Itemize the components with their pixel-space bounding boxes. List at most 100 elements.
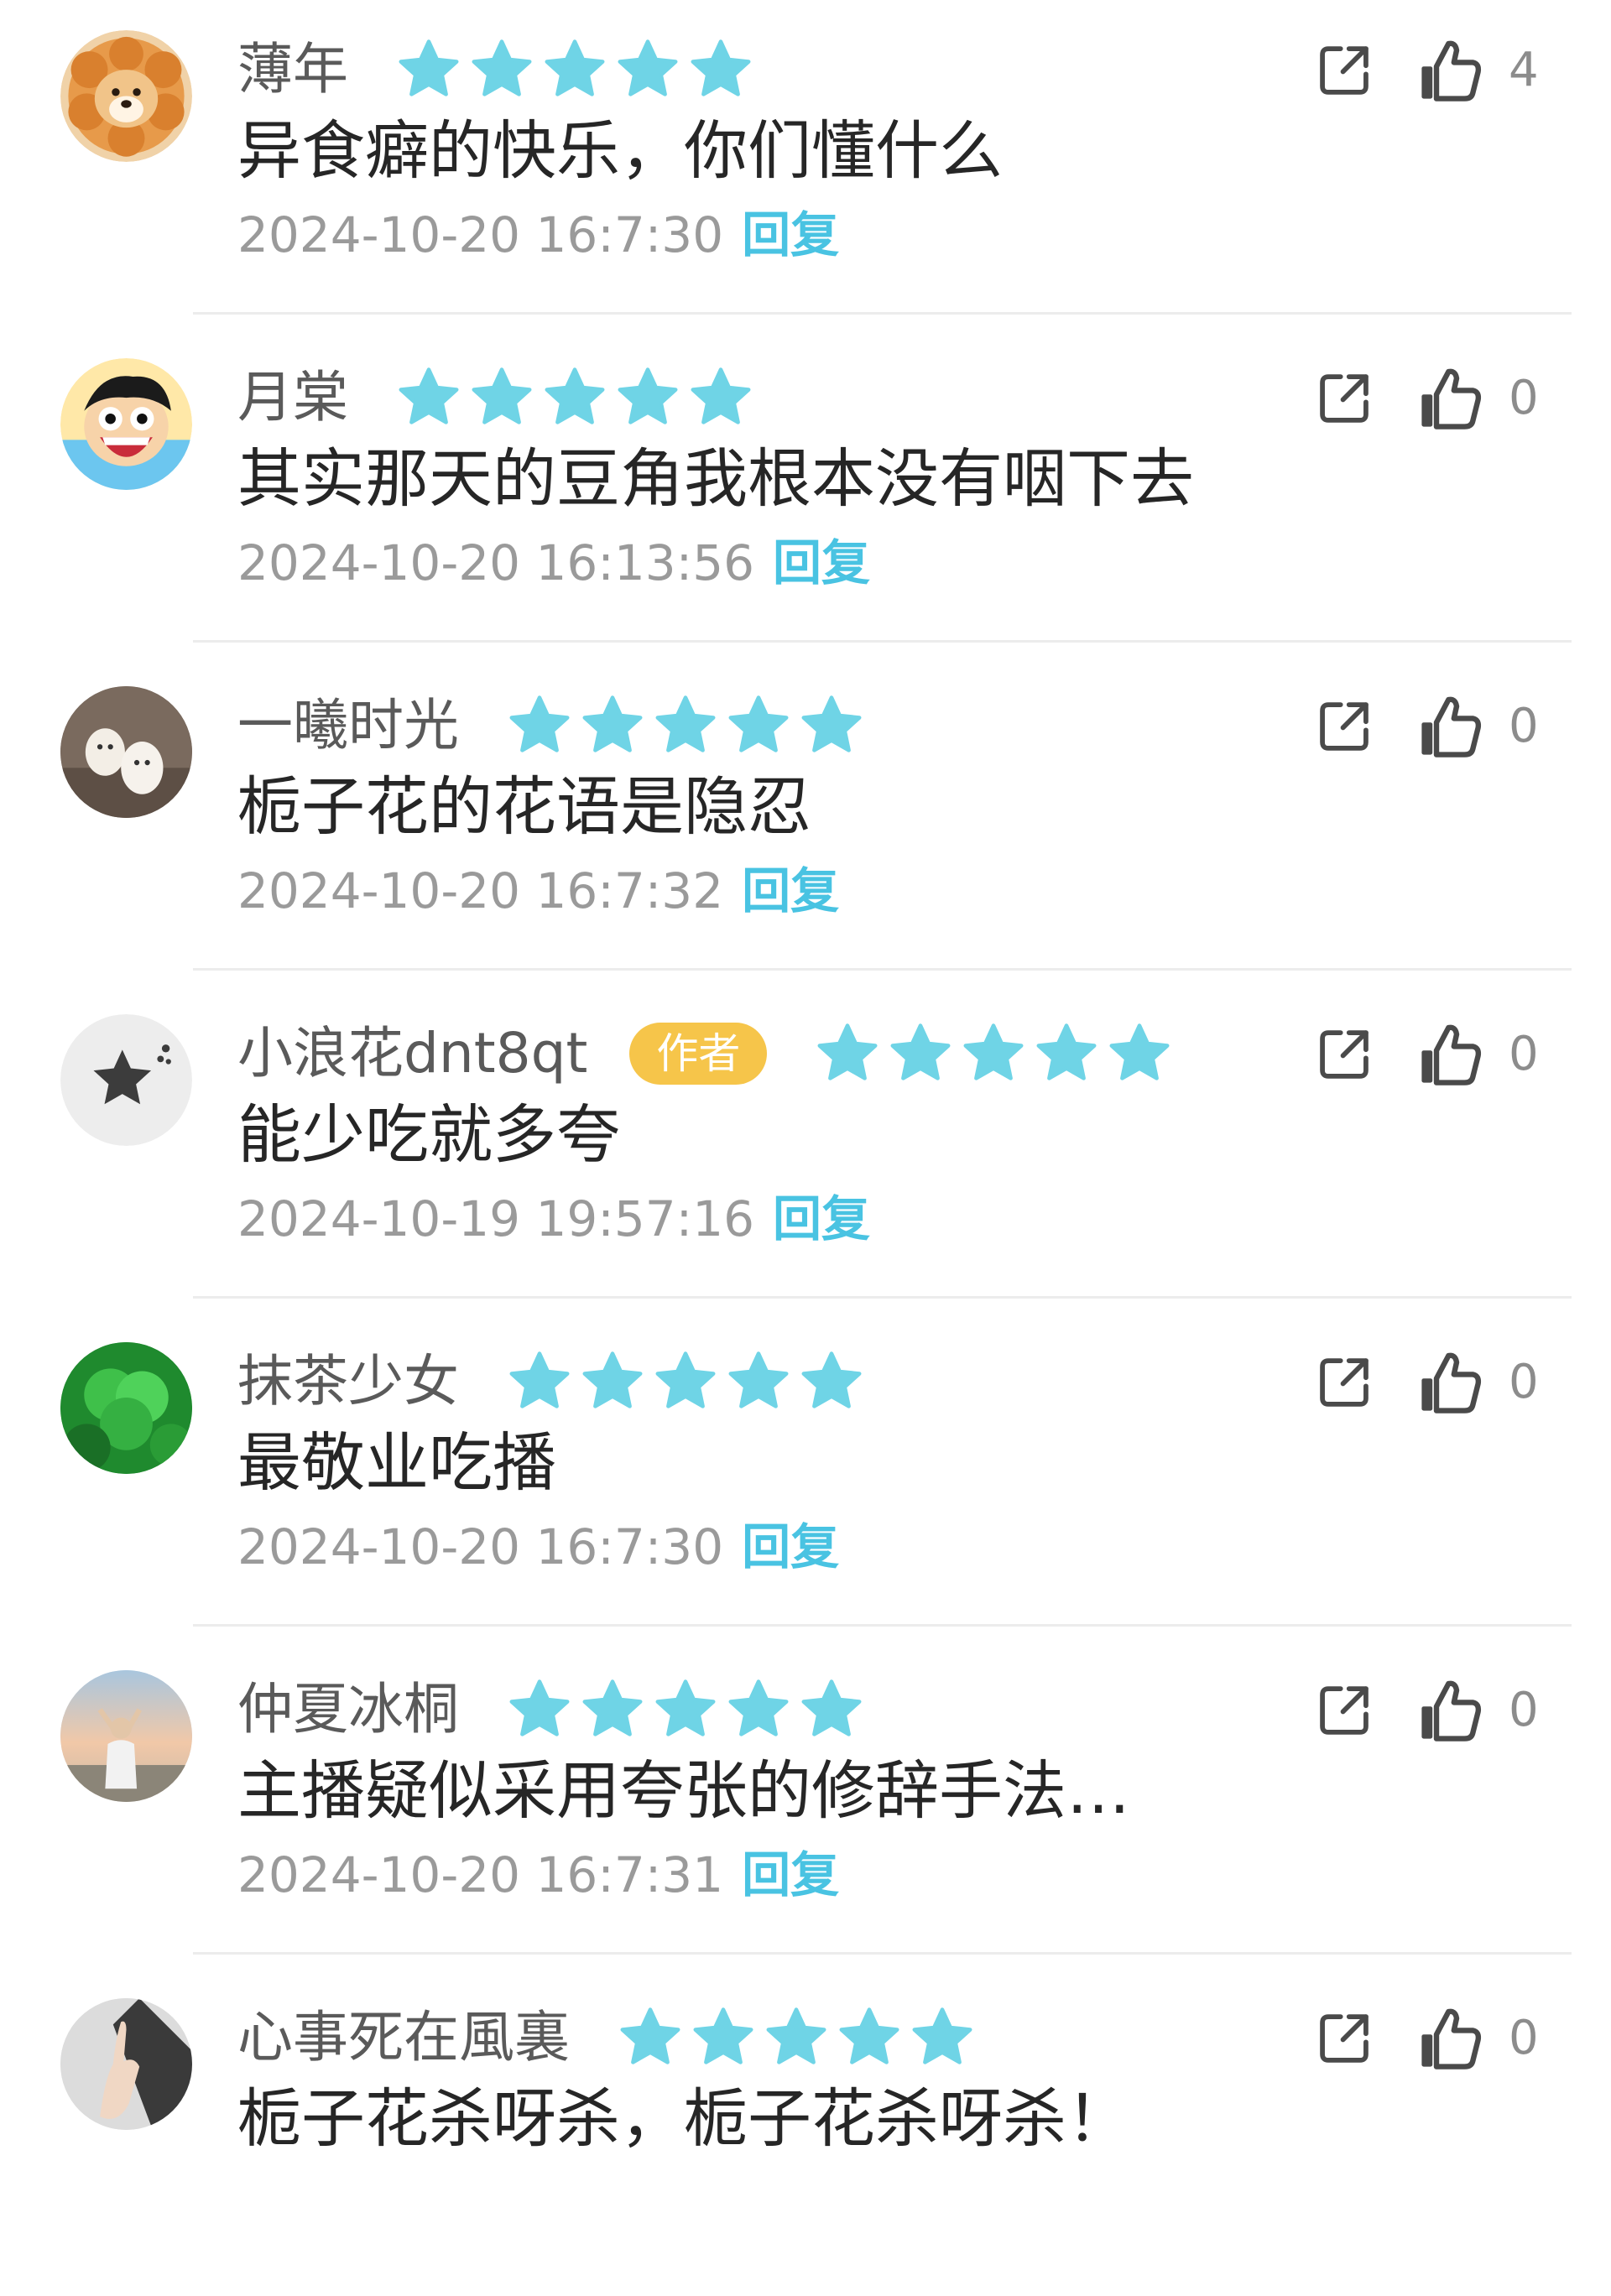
comment-actions: 0 bbox=[1314, 691, 1542, 762]
share-icon[interactable] bbox=[1314, 2008, 1374, 2069]
thumbs-up-icon[interactable] bbox=[1416, 1676, 1483, 1745]
rating-star-icon bbox=[1109, 1023, 1170, 1080]
comment-item[interactable]: 月棠 0 其实那天的豆角我根本没有咽下去 2024-10-20 16:13:56 回复 bbox=[0, 328, 1611, 656]
share-icon[interactable] bbox=[1314, 40, 1374, 101]
thumbs-up-icon[interactable] bbox=[1416, 364, 1483, 433]
like-count: 0 bbox=[1509, 699, 1539, 753]
star-rating bbox=[508, 1350, 873, 1414]
share-icon[interactable] bbox=[1314, 696, 1374, 757]
comment-meta: 2024-10-20 16:7:30 回复 bbox=[237, 1513, 839, 1580]
comment-actions: 0 bbox=[1314, 363, 1542, 434]
comment-meta: 2024-10-19 19:57:16 回复 bbox=[237, 1185, 870, 1252]
rating-star-icon bbox=[801, 1351, 862, 1408]
reply-button[interactable]: 回复 bbox=[742, 206, 839, 263]
comment-item[interactable]: 抹茶少女 0 最敬业吃播 2024-10-20 16:7:30 回复 bbox=[0, 1312, 1611, 1640]
comment-actions: 0 bbox=[1314, 1675, 1542, 1746]
rating-star-icon bbox=[839, 2007, 899, 2064]
share-icon[interactable] bbox=[1314, 1680, 1374, 1741]
comment-text: 主播疑似采用夸张的修辞手法… bbox=[237, 1753, 1130, 1828]
comment-divider bbox=[193, 1624, 1572, 1627]
reply-button[interactable]: 回复 bbox=[742, 1846, 839, 1903]
comment-text: 异食癖的快乐，你们懂什么 bbox=[237, 113, 1003, 188]
comment-actions: 0 bbox=[1314, 2003, 1542, 2074]
username[interactable]: 仲夏冰桐 bbox=[237, 1672, 459, 1747]
reply-button[interactable]: 回复 bbox=[742, 862, 839, 919]
comment-meta: 2024-10-20 16:7:32 回复 bbox=[237, 857, 839, 924]
rating-star-icon bbox=[728, 695, 789, 752]
comment-actions: 0 bbox=[1314, 1019, 1542, 1090]
comment-actions: 4 bbox=[1314, 35, 1542, 106]
comment-divider bbox=[193, 640, 1572, 643]
rating-star-icon bbox=[691, 39, 751, 96]
username[interactable]: 薄年 bbox=[237, 32, 348, 107]
star-rating bbox=[618, 2006, 983, 2070]
comment-text: 能少吃就多夸 bbox=[237, 1097, 620, 1172]
reply-button[interactable]: 回复 bbox=[773, 1190, 870, 1247]
like-count: 0 bbox=[1509, 2011, 1539, 2065]
like-count: 0 bbox=[1509, 371, 1539, 425]
comment-divider bbox=[193, 312, 1572, 315]
like-count: 0 bbox=[1509, 1355, 1539, 1409]
username[interactable]: 一曦时光 bbox=[237, 688, 459, 763]
star-rating bbox=[508, 694, 873, 758]
white-puppies-avatar[interactable] bbox=[60, 686, 192, 818]
username[interactable]: 心事死在風裏 bbox=[237, 2000, 570, 2075]
default-star-avatar[interactable] bbox=[60, 1014, 192, 1146]
rating-star-icon bbox=[618, 39, 678, 96]
comment-timestamp: 2024-10-20 16:7:32 bbox=[237, 862, 724, 919]
comment-item[interactable]: 薄年 4 异食癖的快乐，你们懂什么 2024-10-20 16:7:30 回复 bbox=[0, 0, 1611, 328]
username[interactable]: 抹茶少女 bbox=[237, 1344, 459, 1419]
shiba-dog-avatar[interactable] bbox=[60, 30, 192, 162]
comment-text: 栀子花的花语是隐忍 bbox=[237, 769, 811, 844]
like-count: 0 bbox=[1509, 1027, 1539, 1081]
rating-star-icon bbox=[582, 695, 643, 752]
comment-item[interactable]: 小浪花dnt8qt 作者 0 能少吃就多夸 2024-10-19 19:57:16 回复 bbox=[0, 984, 1611, 1312]
thumbs-up-icon[interactable] bbox=[1416, 1348, 1483, 1417]
rating-star-icon bbox=[509, 1679, 570, 1736]
rating-star-icon bbox=[399, 39, 459, 96]
comment-item[interactable]: 一曦时光 0 栀子花的花语是隐忍 2024-10-20 16:7:32 回复 bbox=[0, 656, 1611, 984]
comment-timestamp: 2024-10-19 19:57:16 bbox=[237, 1190, 754, 1247]
sunset-portrait-avatar[interactable] bbox=[60, 1670, 192, 1802]
comment-header: 月棠 bbox=[237, 360, 762, 435]
hand-gesture-avatar[interactable] bbox=[60, 1998, 192, 2130]
share-icon[interactable] bbox=[1314, 368, 1374, 429]
comment-timestamp: 2024-10-20 16:13:56 bbox=[237, 534, 754, 591]
share-icon[interactable] bbox=[1314, 1352, 1374, 1413]
like-count: 4 bbox=[1509, 43, 1539, 97]
rating-star-icon bbox=[817, 1023, 878, 1080]
rating-star-icon bbox=[693, 2007, 753, 2064]
comment-list: 薄年 4 异食癖的快乐，你们懂什么 2024-10-20 16:7:30 回复 月棠 0 其实… bbox=[0, 0, 1611, 2156]
rating-star-icon bbox=[545, 39, 605, 96]
comment-item[interactable]: 仲夏冰桐 0 主播疑似采用夸张的修辞手法… 2024-10-20 16:7:31 回复 bbox=[0, 1640, 1611, 1968]
rating-star-icon bbox=[801, 1679, 862, 1736]
rating-star-icon bbox=[509, 1351, 570, 1408]
reply-button[interactable]: 回复 bbox=[742, 1518, 839, 1575]
comment-divider bbox=[193, 968, 1572, 971]
comment-actions: 0 bbox=[1314, 1347, 1542, 1418]
share-icon[interactable] bbox=[1314, 1024, 1374, 1085]
rating-star-icon bbox=[620, 2007, 680, 2064]
rating-star-icon bbox=[890, 1023, 951, 1080]
username[interactable]: 月棠 bbox=[237, 360, 348, 435]
clover-leaf-avatar[interactable] bbox=[60, 1342, 192, 1474]
rating-star-icon bbox=[655, 695, 716, 752]
rating-star-icon bbox=[509, 695, 570, 752]
star-rating bbox=[816, 1022, 1181, 1086]
comment-divider bbox=[193, 1296, 1572, 1299]
rating-star-icon bbox=[691, 367, 751, 424]
rating-star-icon bbox=[728, 1351, 789, 1408]
rating-star-icon bbox=[963, 1023, 1024, 1080]
comment-item[interactable]: 心事死在風裏 0 栀子花杀呀杀，栀子花杀呀杀！ bbox=[0, 1968, 1611, 2296]
thumbs-up-icon[interactable] bbox=[1416, 1020, 1483, 1089]
thumbs-up-icon[interactable] bbox=[1416, 36, 1483, 105]
comment-meta: 2024-10-20 16:7:30 回复 bbox=[237, 201, 839, 268]
rating-star-icon bbox=[545, 367, 605, 424]
comment-header: 抹茶少女 bbox=[237, 1344, 873, 1419]
cartoon-pirate-avatar[interactable] bbox=[60, 358, 192, 490]
thumbs-up-icon[interactable] bbox=[1416, 2004, 1483, 2073]
username[interactable]: 小浪花dnt8qt bbox=[237, 1016, 587, 1091]
thumbs-up-icon[interactable] bbox=[1416, 692, 1483, 761]
reply-button[interactable]: 回复 bbox=[773, 534, 870, 591]
star-rating bbox=[397, 366, 762, 430]
